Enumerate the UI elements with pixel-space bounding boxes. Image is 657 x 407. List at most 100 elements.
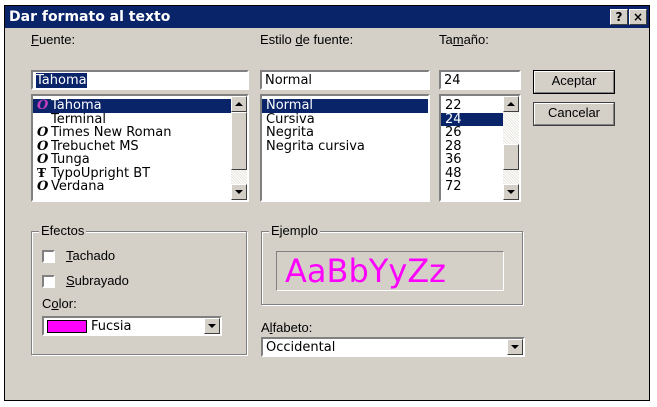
script-label: Alfabeto: <box>261 320 312 335</box>
size-label: Tamaño: <box>439 32 489 47</box>
list-item[interactable]: Negrita <box>262 126 428 140</box>
sample-title: Ejemplo <box>269 223 320 238</box>
style-input[interactable]: Normal <box>260 70 430 90</box>
strikethrough-text: achado <box>72 248 116 263</box>
underline-accel: S <box>66 273 75 288</box>
effects-title: Efectos <box>39 223 87 238</box>
list-item[interactable]: 24 <box>441 112 503 126</box>
scroll-thumb[interactable] <box>231 112 247 170</box>
ok-button[interactable]: Aceptar <box>533 70 615 94</box>
font-label-accel: F <box>31 32 39 47</box>
truetype-icon: Ŧ <box>37 165 46 180</box>
font-name-input[interactable]: Tahoma <box>31 70 249 90</box>
color-label-pre: C <box>42 296 52 311</box>
font-label-text: uente: <box>38 32 76 47</box>
list-item-label: 72 <box>445 179 462 194</box>
script-value: Occidental <box>266 340 336 355</box>
strikethrough-checkbox[interactable] <box>42 250 55 263</box>
list-item[interactable]: Negrita cursiva <box>262 138 428 154</box>
close-button[interactable]: × <box>629 9 647 25</box>
chevron-down-icon <box>511 345 519 349</box>
chevron-down-icon <box>507 190 515 194</box>
list-item[interactable]: 28 <box>441 139 503 154</box>
size-list[interactable]: 22 24 26 28 36 48 72 <box>439 94 521 202</box>
opentype-icon: O <box>37 98 49 113</box>
opentype-icon: O <box>37 138 49 154</box>
title-bar[interactable]: Dar formato al texto ? × <box>5 6 649 28</box>
list-item[interactable]: Terminal <box>33 112 231 127</box>
scroll-up-button[interactable] <box>231 96 247 112</box>
list-items: 22 24 26 28 36 48 72 <box>441 99 503 194</box>
underline-text: ubrayado <box>74 273 129 288</box>
opentype-icon: O <box>37 152 49 167</box>
list-item[interactable]: O Tahoma <box>33 99 231 113</box>
chevron-down-icon <box>235 190 243 194</box>
underline-checkbox[interactable] <box>42 275 55 288</box>
opentype-icon: O <box>37 179 49 194</box>
color-label: Color: <box>42 296 77 311</box>
list-item-label: Negrita cursiva <box>266 138 365 154</box>
font-label: Fuente: <box>31 32 75 47</box>
list-item[interactable]: 48 <box>441 166 503 181</box>
style-label-post: e fuente: <box>302 32 354 47</box>
color-swatch <box>47 320 87 333</box>
cancel-button-label: Cancelar <box>547 105 601 120</box>
size-input[interactable]: 24 <box>439 70 521 90</box>
underline-label: Subrayado <box>66 273 129 288</box>
scroll-down-button[interactable] <box>503 184 519 200</box>
color-dropdown-button[interactable] <box>204 318 220 334</box>
font-list[interactable]: O Tahoma Terminal O Times New Roman O Trebuche… <box>31 94 249 202</box>
list-item[interactable]: Cursiva <box>262 112 428 127</box>
window-title: Dar formato al texto <box>9 9 171 25</box>
list-item[interactable]: 22 <box>441 99 503 113</box>
font-dialog: Dar formato al texto ? × Fuente: Tahoma … <box>4 5 650 401</box>
scroll-thumb[interactable] <box>503 144 519 170</box>
color-value: Fucsia <box>91 319 132 334</box>
sample-text: AaBbYyZz <box>285 252 446 290</box>
help-button[interactable]: ? <box>610 9 628 25</box>
style-label: Estilo de fuente: <box>260 32 353 47</box>
script-label-pre: A <box>261 320 270 335</box>
list-item[interactable]: Ŧ TypoUpright BT <box>33 165 231 181</box>
list-item[interactable]: O Times New Roman <box>33 126 231 140</box>
list-item[interactable]: 26 <box>441 126 503 140</box>
size-label-accel: m <box>452 32 464 47</box>
cancel-button[interactable]: Cancelar <box>533 102 615 126</box>
script-label-post: fabeto: <box>272 320 313 335</box>
size-value: 24 <box>444 73 461 88</box>
list-item[interactable]: 36 <box>441 153 503 167</box>
sample-box: AaBbYyZz <box>276 251 504 291</box>
list-item-label: Verdana <box>51 179 105 194</box>
sample-group: Ejemplo AaBbYyZz <box>261 223 523 305</box>
size-label-pre: Ta <box>439 32 453 47</box>
script-select[interactable]: Occidental <box>261 337 525 357</box>
list-item[interactable]: O Verdana <box>33 180 231 194</box>
list-items: Normal Cursiva Negrita Negrita cursiva <box>262 99 428 153</box>
strikethrough-label: Tachado <box>66 248 115 263</box>
style-label-pre: Estilo <box>260 32 296 47</box>
style-list[interactable]: Normal Cursiva Negrita Negrita cursiva <box>260 94 430 202</box>
font-name-value: Tahoma <box>36 73 87 88</box>
color-select[interactable]: Fucsia <box>42 316 222 336</box>
list-item[interactable]: O Trebuchet MS <box>33 138 231 154</box>
effects-group: Efectos Tachado Subrayado Color: Fucsia <box>31 223 247 355</box>
style-value: Normal <box>265 73 313 88</box>
vertical-scrollbar[interactable] <box>231 96 247 200</box>
script-dropdown-button[interactable] <box>507 339 523 355</box>
chevron-up-icon <box>235 102 243 106</box>
chevron-up-icon <box>507 102 515 106</box>
list-item[interactable]: Normal <box>262 99 428 113</box>
color-label-post: lor: <box>58 296 77 311</box>
chevron-down-icon <box>208 324 216 328</box>
scroll-down-button[interactable] <box>231 184 247 200</box>
scroll-up-button[interactable] <box>503 96 519 112</box>
list-item[interactable]: O Tunga <box>33 153 231 167</box>
vertical-scrollbar[interactable] <box>503 96 519 200</box>
list-item[interactable]: 72 <box>441 180 503 194</box>
ok-button-label: Aceptar <box>551 73 597 88</box>
list-items: O Tahoma Terminal O Times New Roman O Trebuche… <box>33 99 231 194</box>
style-label-accel: d <box>295 32 303 47</box>
opentype-icon: O <box>37 125 49 140</box>
size-label-post: año: <box>463 32 489 47</box>
color-label-accel: o <box>51 296 59 311</box>
